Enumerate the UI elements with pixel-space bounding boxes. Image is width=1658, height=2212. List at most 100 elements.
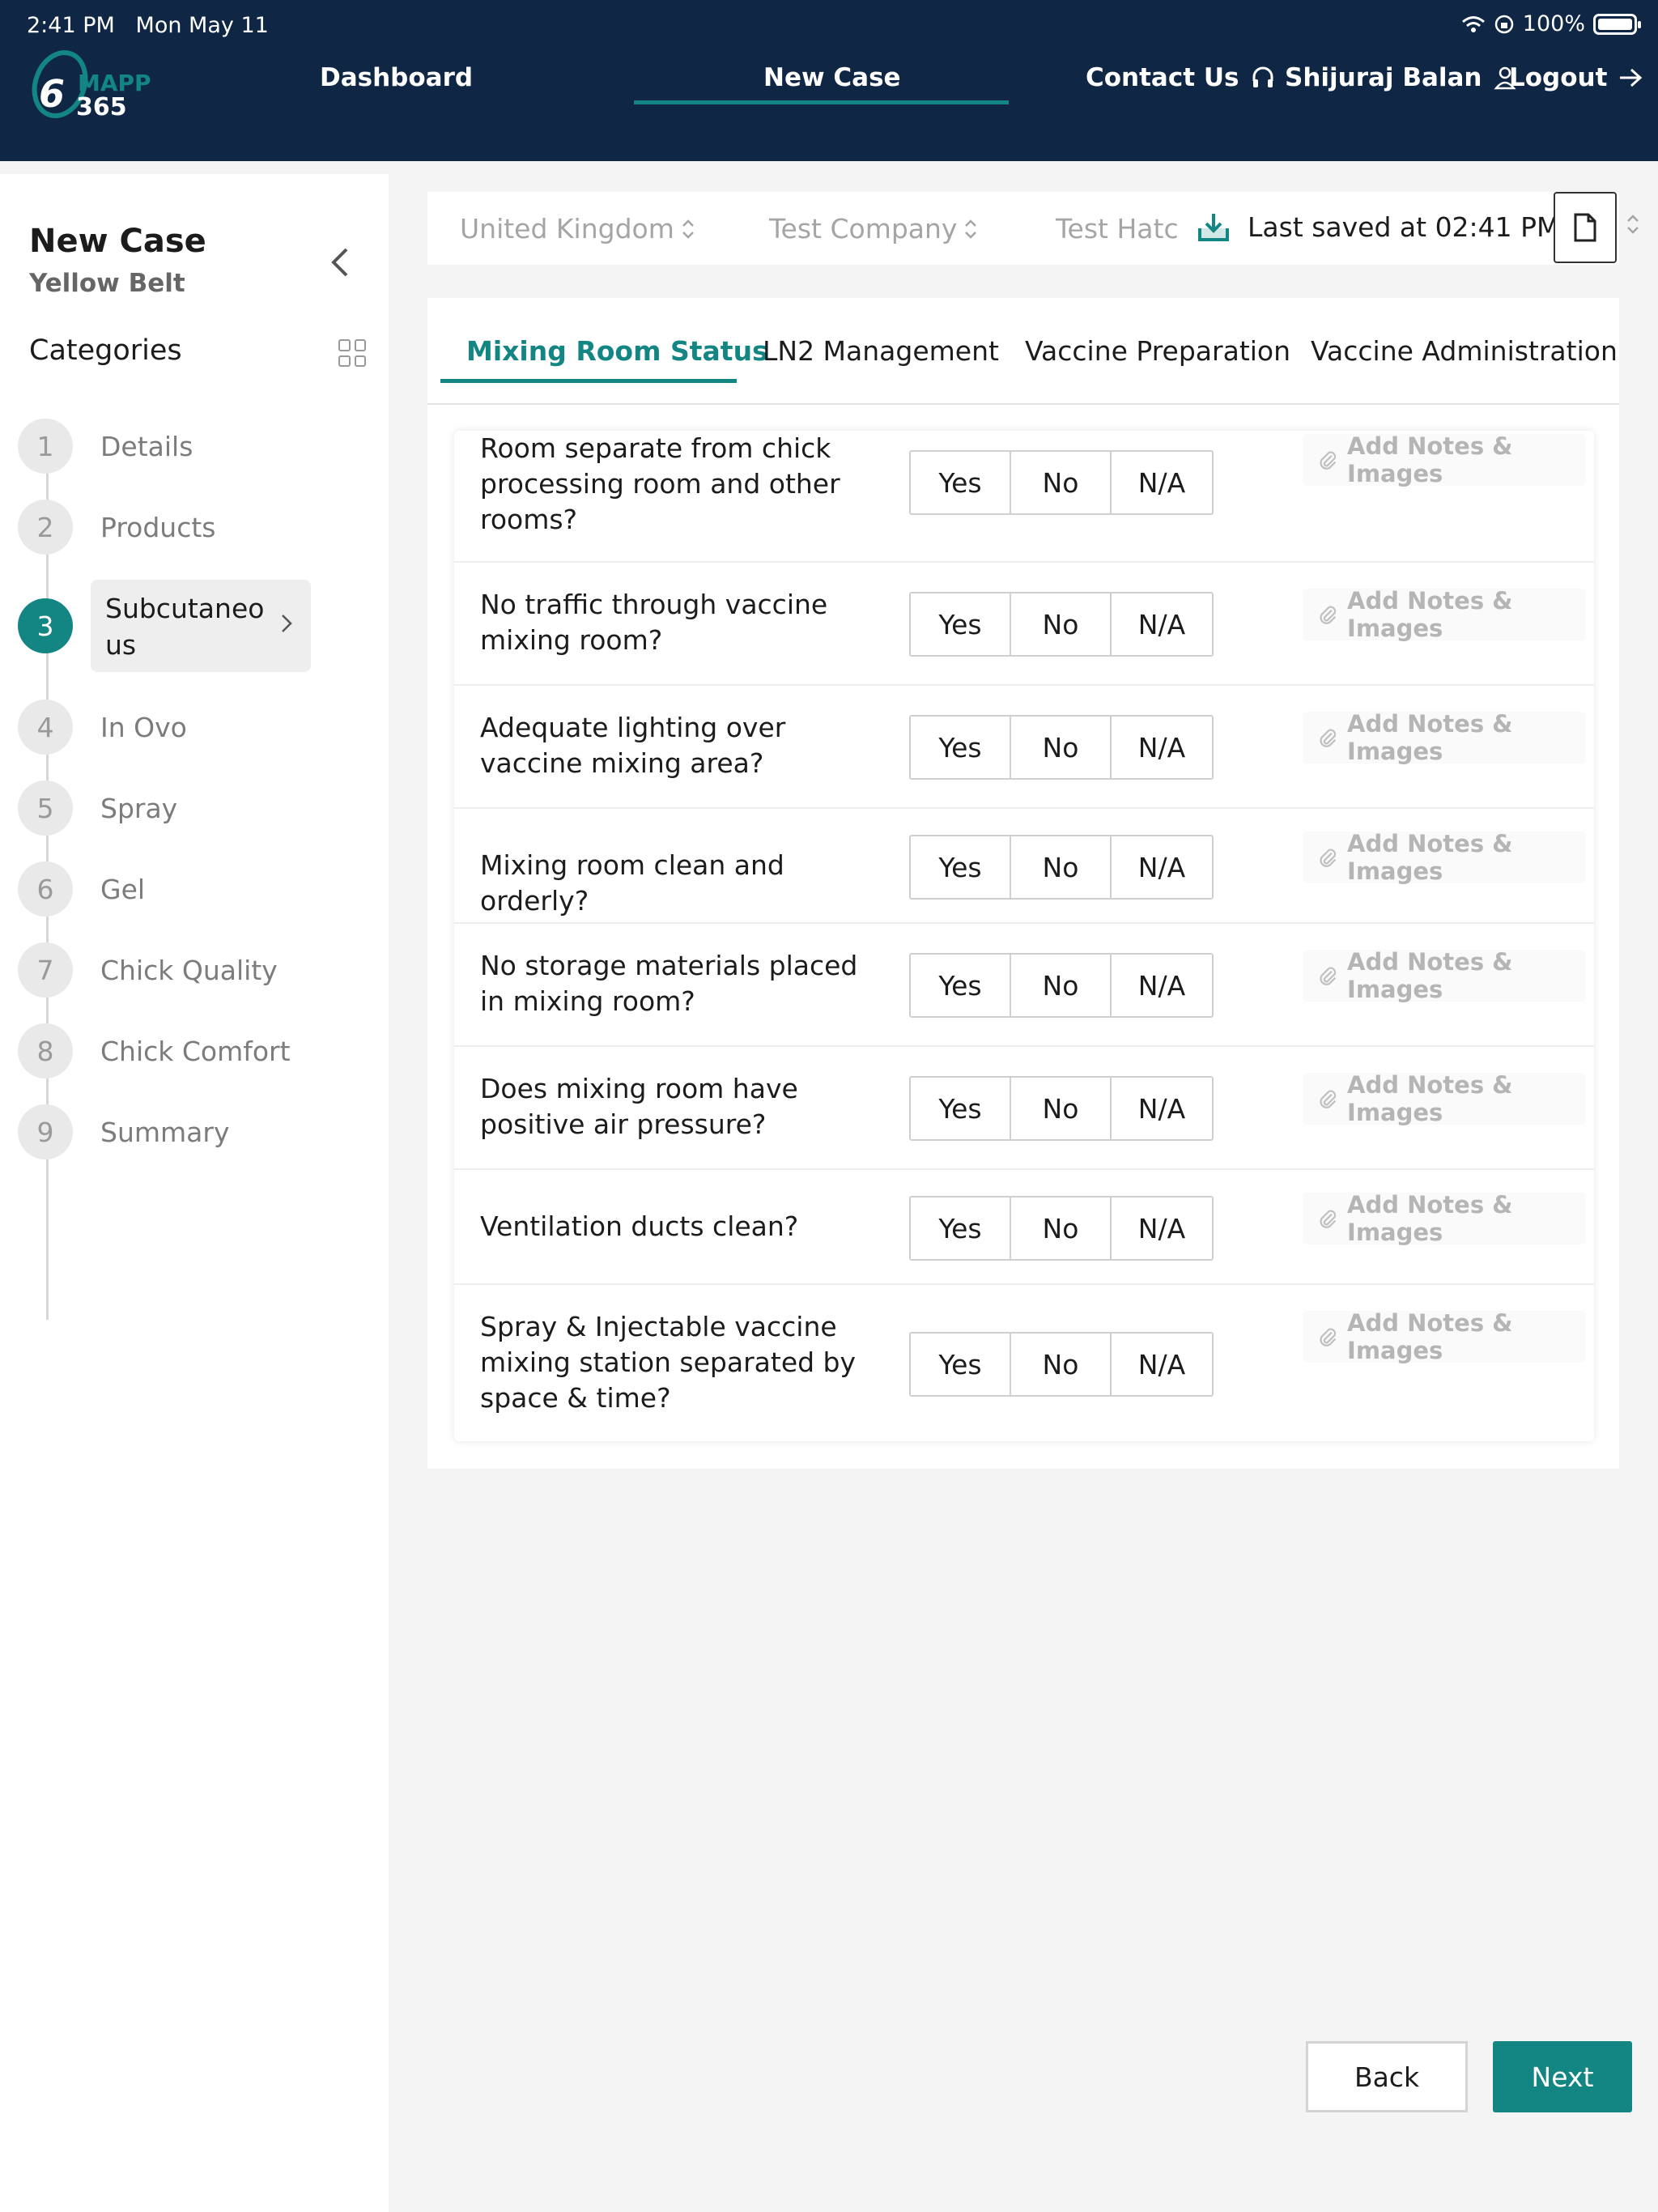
question-text: Room separate from chick processing room… bbox=[480, 432, 840, 535]
battery-icon bbox=[1593, 13, 1641, 35]
answer-yes-button[interactable]: Yes bbox=[911, 1078, 1011, 1139]
add-notes-button[interactable]: Add Notes & Images bbox=[1303, 432, 1586, 487]
clock-time: 2:41 PM bbox=[27, 13, 115, 38]
step-spray[interactable]: 5 Spray bbox=[18, 781, 177, 836]
answer-no-button[interactable]: No bbox=[1011, 593, 1112, 655]
answer-na-button[interactable]: N/A bbox=[1112, 1078, 1212, 1139]
next-button[interactable]: Next bbox=[1493, 2041, 1632, 2112]
app-header: 2:41 PM Mon May 11 100% 6 MAPP 365 Dashb… bbox=[0, 0, 1658, 161]
question-text: Does mixing room have positive air press… bbox=[480, 1073, 798, 1140]
answer-selector: Yes No N/A bbox=[909, 592, 1214, 657]
step-number: 4 bbox=[18, 700, 73, 755]
answer-no-button[interactable]: No bbox=[1011, 717, 1112, 778]
subcategory-tabs: Mixing Room Status LN2 Management Vaccin… bbox=[427, 298, 1619, 405]
add-notes-button[interactable]: Add Notes & Images bbox=[1303, 948, 1586, 1003]
step-number: 9 bbox=[18, 1104, 73, 1159]
question-text: No storage materials placed in mixing ro… bbox=[480, 950, 858, 1017]
hatchery-select[interactable]: Test Hatc bbox=[1056, 213, 1179, 245]
question-row: Spray & Injectable vaccine mixing statio… bbox=[454, 1285, 1594, 1441]
answer-na-button[interactable]: N/A bbox=[1112, 955, 1212, 1016]
step-label: In Ovo bbox=[100, 711, 187, 743]
add-notes-button[interactable]: Add Notes & Images bbox=[1303, 1309, 1586, 1364]
answer-na-button[interactable]: N/A bbox=[1112, 1197, 1212, 1259]
add-notes-button[interactable]: Add Notes & Images bbox=[1303, 1191, 1586, 1246]
step-summary[interactable]: 9 Summary bbox=[18, 1104, 229, 1159]
answer-na-button[interactable]: N/A bbox=[1112, 717, 1212, 778]
step-in-ovo[interactable]: 4 In Ovo bbox=[18, 700, 187, 755]
answer-na-button[interactable]: N/A bbox=[1112, 1334, 1212, 1395]
collapse-sidebar-button[interactable] bbox=[321, 243, 359, 282]
nav-dashboard[interactable]: Dashboard bbox=[320, 63, 473, 92]
question-row: Ventilation ducts clean? Yes No N/A Add … bbox=[454, 1170, 1594, 1285]
tab-vaccine-preparation[interactable]: Vaccine Preparation bbox=[1025, 335, 1290, 367]
answer-no-button[interactable]: No bbox=[1011, 836, 1112, 898]
chevron-left-icon bbox=[331, 248, 348, 277]
answer-yes-button[interactable]: Yes bbox=[911, 1334, 1011, 1395]
company-select[interactable]: Test Company bbox=[769, 213, 978, 245]
answer-na-button[interactable]: N/A bbox=[1112, 452, 1212, 513]
step-label: Spray bbox=[100, 792, 178, 824]
back-button[interactable]: Back bbox=[1306, 2041, 1468, 2112]
answer-na-button[interactable]: N/A bbox=[1112, 593, 1212, 655]
question-row: Adequate lighting over vaccine mixing ar… bbox=[454, 686, 1594, 809]
more-selector[interactable] bbox=[1626, 213, 1640, 239]
category-sidebar: New Case Yellow Belt Categories 1 Detail… bbox=[0, 174, 389, 2212]
question-row: Does mixing room have positive air press… bbox=[454, 1047, 1594, 1170]
active-step-box: Subcutaneous bbox=[91, 580, 311, 672]
step-chick-comfort[interactable]: 8 Chick Comfort bbox=[18, 1023, 291, 1078]
nav-user-profile[interactable]: Shijuraj Balan bbox=[1285, 63, 1516, 92]
nav-logout[interactable]: Logout bbox=[1509, 63, 1643, 92]
answer-no-button[interactable]: No bbox=[1011, 452, 1112, 513]
nav-active-indicator bbox=[634, 100, 1009, 104]
add-notes-button[interactable]: Add Notes & Images bbox=[1303, 587, 1586, 642]
country-select[interactable]: United Kingdom bbox=[460, 213, 695, 245]
answer-no-button[interactable]: No bbox=[1011, 1078, 1112, 1139]
paperclip-icon bbox=[1320, 1090, 1337, 1108]
answer-no-button[interactable]: No bbox=[1011, 955, 1112, 1016]
answer-yes-button[interactable]: Yes bbox=[911, 955, 1011, 1016]
grid-view-icon[interactable] bbox=[338, 339, 366, 367]
step-products[interactable]: 2 Products bbox=[18, 500, 216, 555]
answer-yes-button[interactable]: Yes bbox=[911, 717, 1011, 778]
categories-label: Categories bbox=[29, 334, 182, 367]
mapp365-logo[interactable]: 6 MAPP 365 bbox=[29, 42, 159, 126]
step-number: 7 bbox=[18, 942, 73, 998]
answer-yes-button[interactable]: Yes bbox=[911, 1197, 1011, 1259]
tab-vaccine-administration[interactable]: Vaccine Administration bbox=[1311, 335, 1618, 367]
answer-yes-button[interactable]: Yes bbox=[911, 452, 1011, 513]
add-notes-button[interactable]: Add Notes & Images bbox=[1303, 710, 1586, 765]
answer-no-button[interactable]: No bbox=[1011, 1197, 1112, 1259]
nav-new-case[interactable]: New Case bbox=[763, 63, 901, 92]
wifi-icon bbox=[1461, 15, 1485, 32]
active-tab-indicator bbox=[440, 379, 737, 383]
step-details[interactable]: 1 Details bbox=[18, 419, 193, 474]
step-label: Summary bbox=[100, 1116, 230, 1148]
nav-contact-us[interactable]: Contact Us bbox=[1086, 63, 1276, 92]
step-subcutaneous[interactable]: 3 Subcutaneous bbox=[18, 580, 311, 672]
answer-yes-button[interactable]: Yes bbox=[911, 593, 1011, 655]
answer-selector: Yes No N/A bbox=[909, 1332, 1214, 1397]
step-number: 5 bbox=[18, 781, 73, 836]
add-notes-button[interactable]: Add Notes & Images bbox=[1303, 830, 1586, 885]
answer-selector: Yes No N/A bbox=[909, 450, 1214, 515]
question-row: Room separate from chick processing room… bbox=[454, 431, 1594, 563]
answer-selector: Yes No N/A bbox=[909, 1196, 1214, 1261]
document-icon bbox=[1574, 213, 1596, 242]
last-saved-text: Last saved at 02:41 PM bbox=[1248, 211, 1560, 243]
step-number: 3 bbox=[18, 598, 73, 653]
tab-ln2-management[interactable]: LN2 Management bbox=[763, 335, 999, 367]
add-notes-button[interactable]: Add Notes & Images bbox=[1303, 1071, 1586, 1126]
answer-no-button[interactable]: No bbox=[1011, 1334, 1112, 1395]
document-button[interactable] bbox=[1554, 192, 1617, 263]
step-gel[interactable]: 6 Gel bbox=[18, 861, 145, 917]
answer-yes-button[interactable]: Yes bbox=[911, 836, 1011, 898]
save-download-icon bbox=[1198, 213, 1229, 241]
step-number: 8 bbox=[18, 1023, 73, 1078]
step-label: Products bbox=[100, 511, 216, 543]
answer-selector: Yes No N/A bbox=[909, 953, 1214, 1018]
answer-na-button[interactable]: N/A bbox=[1112, 836, 1212, 898]
status-indicators: 100% bbox=[1461, 11, 1641, 36]
paperclip-icon bbox=[1320, 849, 1337, 867]
tab-mixing-room-status[interactable]: Mixing Room Status bbox=[466, 335, 768, 367]
step-chick-quality[interactable]: 7 Chick Quality bbox=[18, 942, 278, 998]
